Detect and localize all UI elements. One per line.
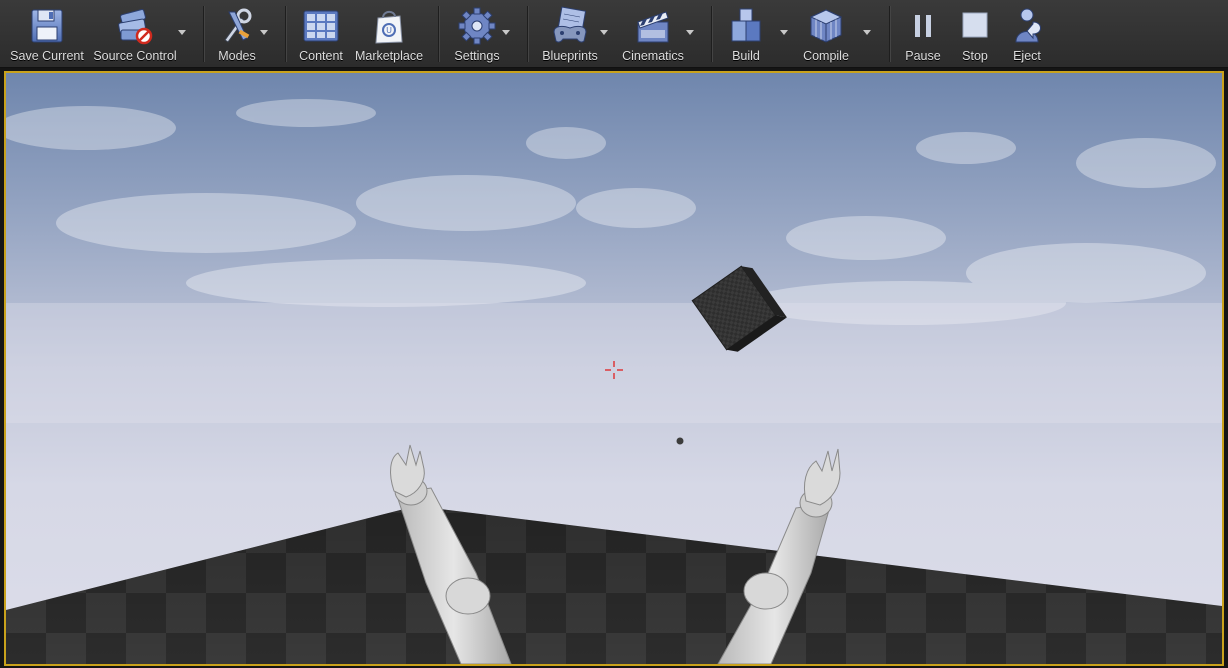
svg-text:U: U (386, 26, 392, 35)
settings-gear-icon (458, 7, 496, 45)
build-label: Build (732, 49, 760, 63)
main-toolbar: Save Current Source Control Modes Conten… (0, 0, 1228, 68)
settings-dropdown-arrow[interactable] (502, 30, 510, 35)
pause-icon (915, 15, 931, 37)
floppy-disk-icon (31, 9, 63, 43)
eject-button[interactable]: Eject (1006, 2, 1048, 64)
source-control-button[interactable]: Source Control (92, 2, 178, 64)
modes-label: Modes (218, 49, 256, 63)
cinematics-label: Cinematics (622, 49, 684, 63)
save-current-button[interactable]: Save Current (10, 2, 84, 64)
cinematics-clapper-icon (637, 11, 669, 43)
toolbar-separator (889, 6, 890, 62)
viewport-scene (6, 73, 1222, 664)
compile-label: Compile (803, 49, 849, 63)
modes-dropdown-arrow[interactable] (260, 30, 268, 35)
stop-button[interactable]: Stop (954, 2, 996, 64)
build-blocks-icon (731, 8, 761, 42)
level-viewport[interactable] (4, 71, 1224, 666)
toolbar-separator (285, 6, 286, 62)
toolbar-separator (711, 6, 712, 62)
toolbar-separator (527, 6, 528, 62)
compile-cube-icon (809, 9, 843, 43)
pause-label: Pause (905, 49, 941, 63)
toolbar-separator (438, 6, 439, 62)
content-label: Content (299, 49, 343, 63)
source-control-label: Source Control (93, 49, 177, 63)
content-browser-icon (303, 10, 339, 42)
blueprints-label: Blueprints (542, 49, 598, 63)
compile-dropdown-arrow[interactable] (863, 30, 871, 35)
cinematics-dropdown-arrow[interactable] (686, 30, 694, 35)
small-sphere (676, 437, 684, 445)
source-control-dropdown-arrow[interactable] (178, 30, 186, 35)
content-button[interactable]: Content (296, 2, 346, 64)
toolbar-separator (203, 6, 204, 62)
modes-button[interactable]: Modes (212, 2, 262, 64)
build-dropdown-arrow[interactable] (780, 30, 788, 35)
marketplace-bag-icon: U (375, 10, 403, 44)
blueprints-gamepad-icon (553, 6, 587, 43)
stop-icon (962, 12, 988, 38)
stop-label: Stop (962, 49, 988, 63)
save-current-label: Save Current (10, 49, 84, 63)
compile-button[interactable]: Compile (800, 2, 852, 64)
marketplace-label: Marketplace (354, 49, 424, 63)
settings-button[interactable]: Settings (450, 2, 504, 64)
settings-label: Settings (454, 49, 500, 63)
source-control-icon (118, 9, 153, 45)
build-button[interactable]: Build (724, 2, 768, 64)
marketplace-button[interactable]: U Marketplace (352, 2, 426, 64)
blueprints-button[interactable]: Blueprints (538, 2, 602, 64)
modes-tools-icon (224, 8, 252, 43)
pause-button[interactable]: Pause (902, 2, 944, 64)
eject-person-icon (1015, 8, 1041, 43)
cinematics-button[interactable]: Cinematics (618, 2, 688, 64)
blueprints-dropdown-arrow[interactable] (600, 30, 608, 35)
eject-label: Eject (1013, 49, 1041, 63)
